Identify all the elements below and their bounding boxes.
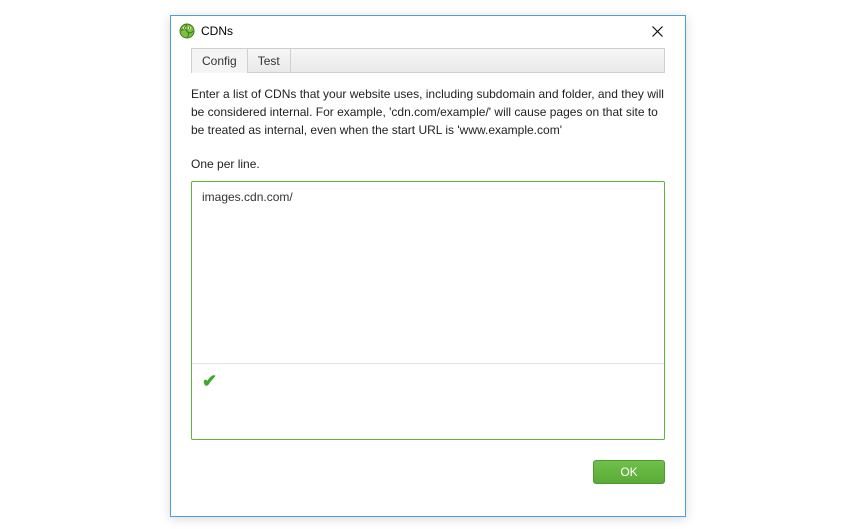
window-title: CDNs (201, 24, 637, 38)
one-per-line-label: One per line. (191, 157, 665, 171)
cdn-input-container: ✔ (191, 181, 665, 440)
tab-test[interactable]: Test (248, 49, 291, 72)
tab-config-label: Config (202, 54, 237, 68)
close-icon (652, 26, 663, 37)
tab-config[interactable]: Config (192, 49, 248, 72)
checkmark-icon: ✔ (202, 372, 217, 390)
button-row: OK (191, 460, 665, 484)
description-text: Enter a list of CDNs that your website u… (191, 85, 665, 139)
globe-frog-icon (179, 23, 195, 39)
dialog-content: Config Test Enter a list of CDNs that yo… (171, 48, 685, 498)
validation-status-strip: ✔ (192, 363, 664, 439)
cdns-dialog: CDNs Config Test Enter a list of CDNs th… (170, 15, 686, 517)
tab-test-label: Test (258, 54, 280, 68)
tabs-bar: Config Test (191, 48, 665, 73)
ok-button[interactable]: OK (593, 460, 665, 484)
close-button[interactable] (637, 17, 677, 45)
ok-button-label: OK (620, 465, 637, 479)
cdn-list-textarea[interactable] (192, 182, 664, 363)
titlebar[interactable]: CDNs (171, 16, 685, 46)
